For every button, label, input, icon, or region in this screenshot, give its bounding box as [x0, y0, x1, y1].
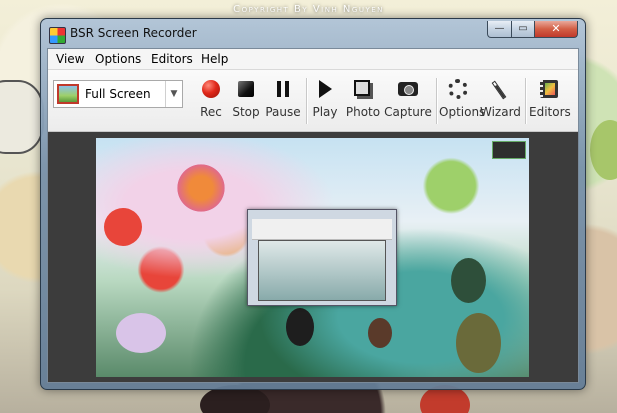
app-logo-icon — [49, 27, 66, 44]
stop-label: Stop — [232, 105, 260, 119]
chevron-down-icon[interactable]: ▼ — [165, 81, 182, 107]
record-icon — [202, 80, 220, 98]
preview-area — [48, 132, 578, 382]
window-title: BSR Screen Recorder — [70, 26, 197, 40]
recording-indicator — [492, 141, 526, 159]
maximize-button[interactable]: ▭ — [511, 21, 535, 38]
pause-icon — [277, 81, 289, 97]
maximize-icon: ▭ — [518, 23, 528, 34]
toolbar-separator — [436, 78, 438, 124]
photo-icon — [354, 80, 370, 96]
pause-label: Pause — [265, 105, 301, 119]
wallpaper-blob — [590, 120, 617, 180]
menu-view[interactable]: View — [56, 52, 84, 66]
wallpaper-character — [0, 80, 44, 154]
menu-editors[interactable]: Editors — [151, 52, 193, 66]
preview-blob — [104, 208, 142, 246]
menu-options[interactable]: Options — [95, 52, 141, 66]
app-window: BSR Screen Recorder — ▭ ✕ View Options E… — [40, 18, 586, 390]
preview-blob — [171, 163, 231, 213]
preview-character — [456, 313, 501, 373]
menu-help[interactable]: Help — [201, 52, 228, 66]
close-button[interactable]: ✕ — [534, 21, 578, 38]
nested-toolbar — [252, 219, 392, 240]
preview-blob — [116, 313, 166, 353]
photo-button[interactable]: Photo — [344, 75, 382, 129]
nested-preview — [258, 240, 386, 301]
toolbar-separator — [306, 78, 308, 124]
photo-label: Photo — [345, 105, 381, 119]
editors-label: Editors — [529, 105, 571, 119]
play-button[interactable]: Play — [310, 75, 340, 129]
stop-icon — [238, 81, 254, 97]
rec-button[interactable]: Rec — [194, 75, 228, 129]
gear-icon — [448, 79, 468, 99]
full-screen-thumbnail-icon — [57, 84, 79, 104]
toolbar-separator — [525, 78, 527, 124]
screen-preview — [96, 138, 529, 377]
preview-character — [286, 308, 314, 346]
minimize-button[interactable]: — — [487, 21, 512, 38]
minimize-icon: — — [494, 23, 505, 34]
wand-icon — [491, 80, 507, 100]
window-client-area: View Options Editors Help Full Screen ▼ … — [47, 48, 579, 383]
options-label: Options — [439, 105, 486, 119]
options-button[interactable]: Options — [439, 75, 486, 129]
nested-recorder-window — [247, 209, 397, 306]
wizard-label: Wizard — [480, 105, 521, 119]
capture-label: Capture — [384, 105, 432, 119]
play-icon — [319, 80, 332, 98]
play-label: Play — [312, 105, 338, 119]
wizard-button[interactable]: Wizard — [480, 75, 521, 129]
pause-button[interactable]: Pause — [264, 75, 302, 129]
rec-label: Rec — [200, 105, 222, 119]
copyright-text: Copyright By Vinh Nguyen — [233, 4, 384, 15]
capture-mode-select[interactable]: Full Screen ▼ — [53, 80, 183, 108]
preview-character — [451, 258, 486, 303]
stop-button[interactable]: Stop — [229, 75, 263, 129]
film-icon — [540, 80, 558, 98]
capture-button[interactable]: Capture — [384, 75, 432, 129]
preview-character — [368, 318, 392, 348]
editors-button[interactable]: Editors — [529, 75, 571, 129]
menu-bar: View Options Editors Help — [48, 49, 578, 70]
title-bar[interactable]: BSR Screen Recorder — ▭ ✕ — [41, 19, 585, 48]
camera-icon — [398, 82, 418, 96]
close-icon: ✕ — [551, 22, 561, 35]
capture-mode-value: Full Screen — [85, 87, 151, 101]
toolbar: Full Screen ▼ Rec Stop Pause Play Photo … — [48, 70, 578, 132]
